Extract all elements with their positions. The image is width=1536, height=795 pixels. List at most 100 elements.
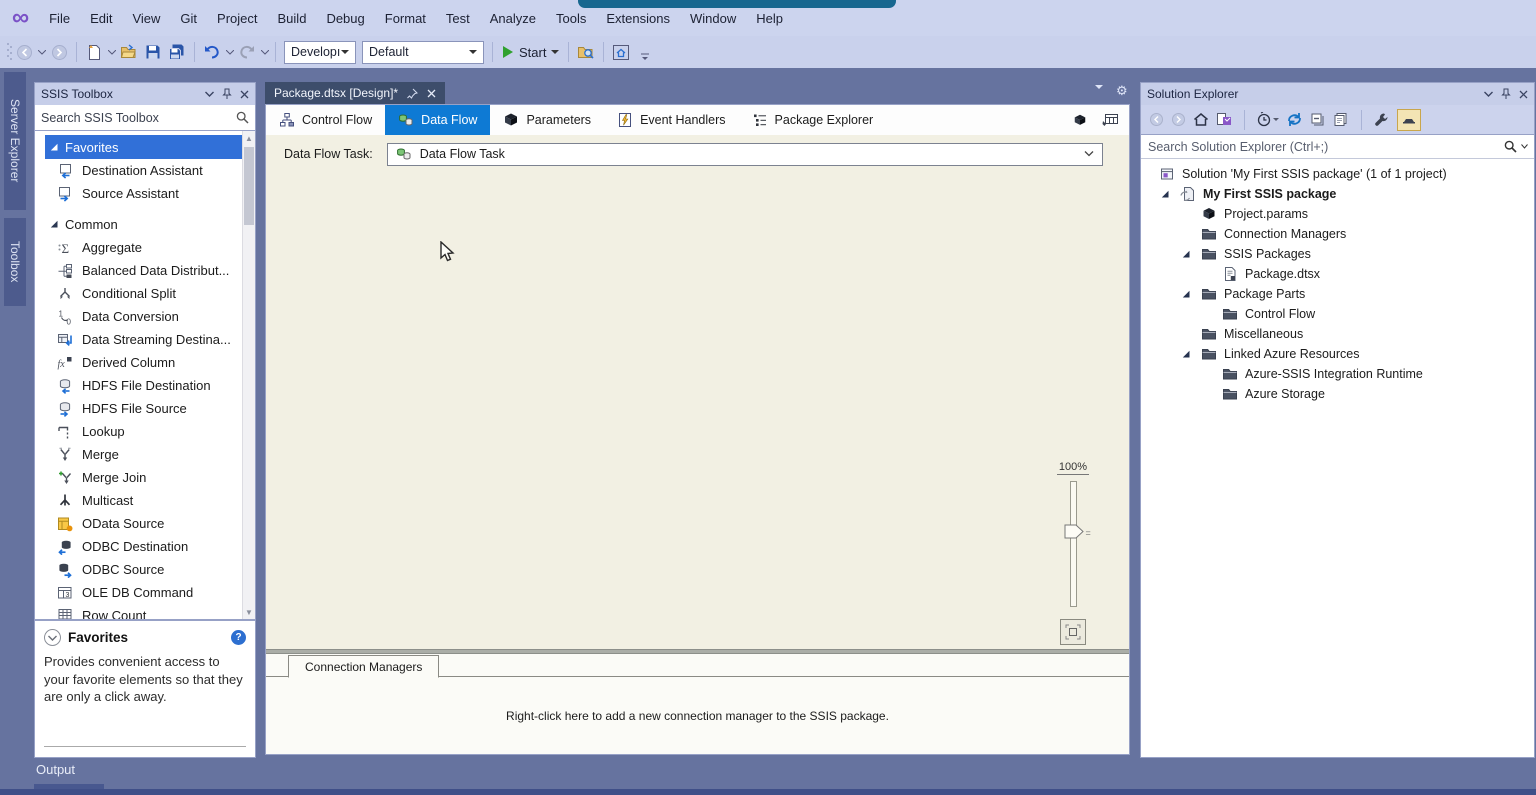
pending-changes-filter-button[interactable] [1257,112,1279,127]
menu-file[interactable]: File [39,0,80,36]
connection-managers-area[interactable]: Right-click here to add a new connection… [266,678,1129,754]
fit-to-window-button[interactable] [1060,619,1086,645]
back-button[interactable] [1149,112,1164,127]
toolbox-item-multicast[interactable]: Multicast [35,489,242,512]
menu-analyze[interactable]: Analyze [480,0,546,36]
find-in-files-button[interactable] [575,40,597,64]
redo-dropdown-icon[interactable] [259,50,270,55]
menu-format[interactable]: Format [375,0,436,36]
toolbox-section-common[interactable]: Common [45,212,242,236]
solution-search-box[interactable] [1141,135,1534,159]
designer-tab-parameters[interactable]: Parameters [490,105,604,135]
start-debug-button[interactable]: Start [502,45,559,60]
toolbox-item-derived-column[interactable]: fxDerived Column [35,351,242,374]
tree-item-project-params[interactable]: Project.params [1141,204,1534,224]
toolbox-item-odata-source[interactable]: OData Source [35,512,242,535]
pin-icon[interactable] [1501,88,1511,100]
tree-item-azure-storage[interactable]: Azure Storage [1141,384,1534,404]
scroll-up-icon[interactable]: ▲ [243,131,255,145]
menu-git[interactable]: Git [170,0,207,36]
toolbox-scrollbar[interactable]: ▲ ▼ [242,131,255,619]
undo-button[interactable] [201,40,223,64]
toolbox-item-data-streaming-destina[interactable]: Data Streaming Destina... [35,328,242,351]
navigate-forward-button[interactable] [48,40,70,64]
save-all-button[interactable] [166,40,188,64]
tree-item-my-first-ssis-package[interactable]: My First SSIS package [1141,184,1534,204]
home-window-button[interactable] [610,40,632,64]
search-icon[interactable] [1504,140,1517,153]
help-icon[interactable]: ? [231,630,246,645]
toolbox-item-aggregate[interactable]: ΣAggregate [35,236,242,259]
close-icon[interactable] [427,89,436,98]
output-tool-window-tab[interactable]: Output [36,762,75,777]
toolbox-item-ole-db-command[interactable]: 3OLE DB Command [35,581,242,604]
toolbox-item-data-conversion[interactable]: 10Data Conversion [35,305,242,328]
preview-selected-toggle[interactable] [1397,109,1421,131]
expander-icon[interactable] [49,219,59,229]
navigate-back-button[interactable] [13,40,35,64]
menu-build[interactable]: Build [268,0,317,36]
tree-item-linked-azure-resources[interactable]: Linked Azure Resources [1141,344,1534,364]
doc-well-settings-icon[interactable]: ⚙ [1116,84,1128,97]
solution-search-input[interactable] [1141,140,1504,154]
menu-view[interactable]: View [122,0,170,36]
toolbox-item-balanced-data-distribut[interactable]: Balanced Data Distribut... [35,259,242,282]
document-tab-package-dtsx[interactable]: Package.dtsx [Design]* [265,82,445,104]
dock-tab-toolbox[interactable]: Toolbox [4,218,26,306]
tree-item-miscellaneous[interactable]: Miscellaneous [1141,324,1534,344]
toolbox-item-destination-assistant[interactable]: Destination Assistant [35,159,242,182]
expander-icon[interactable] [1179,289,1193,299]
collapse-all-button[interactable] [1310,112,1326,127]
toolbox-item-hdfs-file-source[interactable]: HDFS File Source [35,397,242,420]
new-dropdown-icon[interactable] [106,50,117,55]
expander-icon[interactable] [1158,189,1172,199]
package-icon[interactable] [1072,113,1088,127]
pin-icon[interactable] [407,88,418,99]
collapse-description-icon[interactable] [44,629,61,646]
designer-tab-control-flow[interactable]: Control Flow [266,105,385,135]
tree-item-solution-my-first-ssis-package-1-of-1-pr[interactable]: Solution 'My First SSIS package' (1 of 1… [1141,164,1534,184]
menu-test[interactable]: Test [436,0,480,36]
toolbox-item-conditional-split[interactable]: Conditional Split [35,282,242,305]
close-icon[interactable] [1519,90,1528,99]
pin-icon[interactable] [222,88,232,100]
properties-pages-button[interactable] [1333,112,1349,127]
search-icon[interactable] [236,111,249,124]
new-project-button[interactable] [83,40,105,64]
menu-project[interactable]: Project [207,0,267,36]
scroll-down-icon[interactable]: ▼ [243,605,255,619]
toolbox-item-odbc-source[interactable]: ODBC Source [35,558,242,581]
expander-icon[interactable] [49,142,59,152]
undo-dropdown-icon[interactable] [224,50,235,55]
zoom-slider-thumb[interactable] [1064,524,1084,539]
solution-configuration-dropdown[interactable]: Developı [284,41,356,64]
window-position-icon[interactable] [205,91,214,97]
tree-item-package-dtsx[interactable]: Package.dtsx [1141,264,1534,284]
tree-item-connection-managers[interactable]: Connection Managers [1141,224,1534,244]
toolbox-item-row-count[interactable]: 123Row Count [35,604,242,619]
variables-grid-icon[interactable] [1102,113,1119,128]
toolbox-item-hdfs-file-destination[interactable]: HDFS File Destination [35,374,242,397]
expander-icon[interactable] [1179,249,1193,259]
drag-handle-icon[interactable] [6,42,12,62]
close-icon[interactable] [240,90,249,99]
save-button[interactable] [142,40,164,64]
toolbox-item-source-assistant[interactable]: Source Assistant [35,182,242,205]
designer-tab-event-handlers[interactable]: Event Handlers [604,105,738,135]
redo-button[interactable] [236,40,258,64]
toolbox-item-lookup[interactable]: Lookup [35,420,242,443]
toolbox-search-box[interactable] [35,105,255,131]
search-options-icon[interactable] [1521,144,1528,149]
expander-icon[interactable] [1179,349,1193,359]
toolbox-item-odbc-destination[interactable]: ODBC Destination [35,535,242,558]
tree-item-ssis-packages[interactable]: SSIS Packages [1141,244,1534,264]
data-flow-design-surface[interactable]: 100% = [266,173,1129,649]
tree-item-control-flow[interactable]: Control Flow [1141,304,1534,324]
switch-views-button[interactable] [1216,112,1232,127]
menu-edit[interactable]: Edit [80,0,122,36]
designer-tab-package-explorer[interactable]: Package Explorer [739,105,887,135]
refresh-button[interactable] [1286,112,1303,127]
zoom-slider[interactable]: = [1070,481,1077,607]
toolbar-overflow-icon[interactable] [634,44,656,68]
tree-item-azure-ssis-integration-runtime[interactable]: Azure-SSIS Integration Runtime [1141,364,1534,384]
